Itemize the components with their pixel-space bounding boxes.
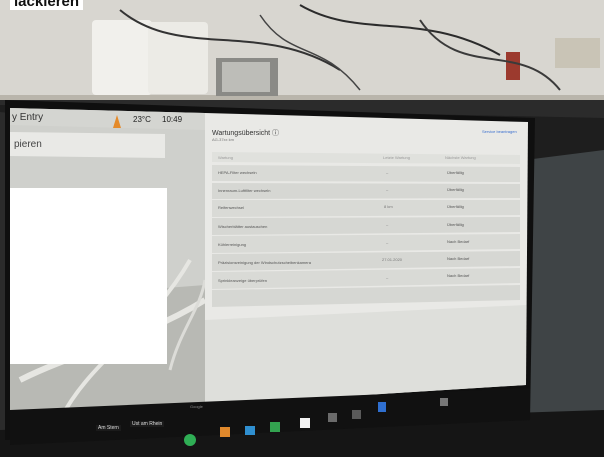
row-name[interactable]: Präzisionsreinigung der Windschutzscheib…: [218, 260, 311, 265]
column-header-maintenance: Wartung: [218, 155, 233, 160]
service-request-link[interactable]: Service beantragen: [482, 129, 517, 134]
row-next: Überfällig: [447, 187, 464, 192]
column-header-next: Nächste Wartung: [445, 155, 476, 160]
row-name[interactable]: Sprinkleanzeige überprüfen: [218, 278, 267, 283]
volume-icon: [440, 398, 448, 406]
map-search-input[interactable]: pieren: [14, 139, 42, 150]
games-icon: [352, 410, 361, 419]
tool-box-face: [222, 62, 270, 92]
row-last: –: [386, 240, 389, 245]
row-name[interactable]: Wischerblätter austauschen: [218, 224, 267, 229]
row-next: Nach Bedarf: [447, 256, 470, 261]
column-header-last: Letzte Wartung: [383, 155, 410, 160]
bluetooth-icon: [378, 402, 386, 412]
row-next: Überfällig: [447, 204, 464, 209]
row-name[interactable]: Innenraum-Luftfilter wechseln: [218, 188, 270, 193]
energy-icon: [328, 413, 337, 422]
shelf-item: [555, 38, 600, 68]
row-last: –: [386, 187, 389, 192]
map-google-attribution: Google: [190, 404, 203, 409]
redaction-block: [10, 188, 167, 364]
row-name[interactable]: Reifenwechsel: [218, 205, 244, 210]
row-next: Überfällig: [447, 222, 464, 227]
app-icon: [245, 426, 255, 435]
row-next: Nach Bedarf: [447, 239, 470, 244]
phone-icon: [184, 434, 196, 446]
calendar-icon: [300, 418, 310, 428]
row-next: Überfällig: [447, 170, 464, 175]
row-next: Nach Bedarf: [447, 273, 470, 278]
map-entry-label: y Entry: [12, 112, 44, 123]
panel-subtitle: AG-37xx km: [212, 137, 235, 142]
row-last: 27.01.2020: [382, 257, 403, 262]
green-app-icon: [270, 422, 280, 432]
row-last: –: [386, 222, 389, 227]
map-label-ust-am-rhein: Ust am Rhein: [130, 421, 165, 427]
white-bucket-right: [148, 22, 208, 94]
clock-readout: 10:49: [162, 115, 183, 124]
row-name[interactable]: Kühlerreinigung: [218, 242, 246, 247]
table-row-bg: [212, 165, 520, 182]
white-bucket-left: [92, 20, 152, 95]
red-object: [506, 52, 520, 80]
table-row-bg: [212, 200, 520, 217]
media-icon: [220, 427, 230, 437]
row-name[interactable]: HEPA-Filter wechseln: [218, 170, 257, 175]
photo-caption: lackieren: [10, 0, 84, 10]
row-last: –: [386, 275, 389, 280]
row-last: 8 km: [384, 204, 393, 209]
map-label-am-stern: Am Stern: [96, 425, 121, 431]
temperature-readout: 23°C: [133, 115, 151, 124]
row-last: –: [386, 170, 389, 175]
